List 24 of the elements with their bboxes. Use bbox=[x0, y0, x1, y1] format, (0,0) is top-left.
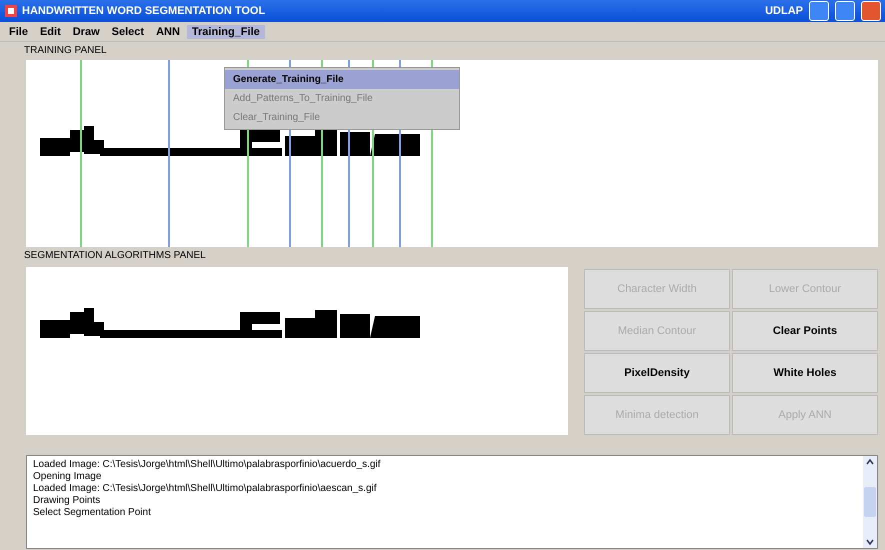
menu-item[interactable]: Select bbox=[106, 24, 150, 38]
panel-title: SEGMENTATION ALGORITHMS PANEL bbox=[23, 249, 207, 263]
menu-item[interactable]: File bbox=[4, 24, 33, 38]
log-line: Opening Image bbox=[33, 471, 102, 483]
app-icon bbox=[4, 4, 18, 18]
scrollbar-thumb[interactable] bbox=[864, 487, 876, 517]
menu-option[interactable]: Generate_Training_File bbox=[225, 70, 459, 89]
window-title: HANDWRITTEN WORD SEGMENTATION TOOL bbox=[22, 5, 266, 17]
algorithm-button[interactable]: White Holes bbox=[732, 353, 878, 393]
log-line: Loaded Image: C:\Tesis\Jorge\html\Shell\Ultimo\palabrasporfinio\aescan_s.gif bbox=[33, 483, 378, 495]
window-tag: UDLAP bbox=[765, 5, 803, 17]
log-line: Select Segmentation Point bbox=[33, 507, 152, 519]
menu-item[interactable]: Edit bbox=[34, 24, 66, 38]
menu-item[interactable]: Training_File bbox=[186, 24, 265, 38]
close-button[interactable] bbox=[861, 1, 881, 21]
minimize-button[interactable] bbox=[809, 1, 829, 21]
algorithm-button[interactable]: PixelDensity bbox=[584, 353, 730, 393]
menu-item[interactable]: ANN bbox=[151, 24, 185, 38]
maximize-button[interactable] bbox=[835, 1, 855, 21]
log-line: Loaded Image: C:\Tesis\Jorge\html\Shell\Ultimo\palabrasporfinio\acuerdo_s.gif bbox=[33, 459, 382, 471]
log-line: Drawing Points bbox=[33, 495, 102, 507]
panel-title: TRAINING PANEL bbox=[23, 44, 108, 58]
menu-item[interactable]: Draw bbox=[68, 24, 105, 38]
algorithm-button[interactable]: Clear Points bbox=[732, 311, 878, 351]
